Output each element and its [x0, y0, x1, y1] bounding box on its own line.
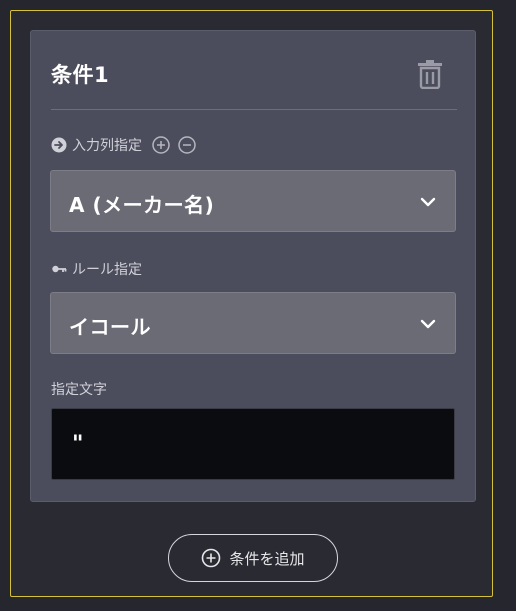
input-column-value: A (メーカー名): [69, 193, 215, 217]
rule-value: イコール: [69, 315, 151, 339]
rule-select[interactable]: イコール: [50, 292, 456, 354]
arrow-right-circle-icon: [51, 137, 67, 153]
input-column-label: 入力列指定: [72, 138, 142, 154]
plus-circle-icon[interactable]: [152, 136, 170, 154]
add-condition-button[interactable]: 条件を追加: [168, 534, 338, 582]
condition-card: 条件1 入力列指定 A (メーカー名) ルール指定 イコール 指定文字 ": [30, 30, 476, 502]
chevron-down-icon: [419, 193, 437, 211]
key-icon: [51, 261, 67, 277]
chevron-down-icon: [419, 315, 437, 333]
text-input[interactable]: [51, 408, 455, 480]
add-condition-label: 条件を追加: [229, 549, 305, 568]
text-label: 指定文字: [51, 382, 107, 398]
plus-circle-icon: [201, 548, 221, 568]
trash-icon[interactable]: [417, 59, 443, 90]
rule-label-row: ルール指定: [51, 259, 142, 279]
input-column-select[interactable]: A (メーカー名): [50, 170, 456, 232]
title-divider: [51, 109, 457, 110]
condition-title: 条件1: [51, 63, 110, 87]
input-column-label-row: 入力列指定: [51, 135, 196, 155]
text-label-row: 指定文字: [51, 379, 107, 399]
rule-label: ルール指定: [72, 262, 142, 278]
minus-circle-icon[interactable]: [178, 136, 196, 154]
